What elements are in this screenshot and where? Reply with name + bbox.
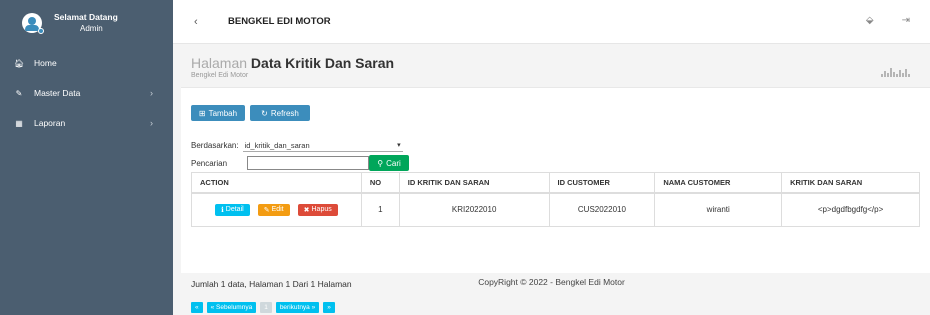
filter-field-select[interactable]: id_kritik_dan_saran ▾ [242, 139, 403, 152]
sidebar: Selamat Datang Admin 🏠︎ Home ✎ Master Da… [0, 0, 173, 315]
column-header[interactable]: NO [360, 172, 400, 194]
footer: CopyRight © 2022 - Bengkel Edi Motor [478, 277, 625, 287]
table-header-row: ACTION NO ID KRITIK DAN SARAN ID CUSTOME… [191, 172, 920, 194]
chevron-right-icon: › [150, 118, 153, 128]
search-label: Pencarian [191, 158, 228, 168]
paint-bucket-icon[interactable]: ⬙ [866, 15, 874, 26]
filter-label: Berdasarkan: [191, 141, 239, 150]
column-header[interactable]: ACTION [191, 172, 362, 194]
greeting-text: Selamat Datang [54, 12, 118, 22]
refresh-icon: ↻ [261, 108, 268, 118]
table-row: ℹ Detail ✎ Edit ✖ Hapus 1 KRI2022010 CUS202… [191, 192, 920, 227]
pagination-current[interactable]: 1 [260, 302, 272, 313]
caret-down-icon: ▾ [397, 142, 401, 149]
cell-id-customer: CUS2022010 [548, 192, 656, 227]
search-input[interactable] [247, 156, 370, 170]
close-icon: ✖ [303, 206, 310, 214]
add-button[interactable]: ⊞ Tambah [191, 105, 245, 121]
cell-kritik-saran: <p>dgdfbgdfg</p> [781, 192, 920, 227]
pagination: « « Sebelumnya 1 berikutnya » » [191, 302, 335, 313]
data-table: ACTION NO ID KRITIK DAN SARAN ID CUSTOME… [191, 172, 920, 227]
edit-button[interactable]: ✎ Edit [257, 203, 290, 216]
user-panel: Selamat Datang Admin [0, 0, 173, 46]
cell-nama-customer: wiranti [654, 192, 783, 227]
refresh-button[interactable]: ↻ Refresh [250, 105, 310, 121]
cell-id-kritik: KRI2022010 [398, 192, 550, 227]
edit-icon: ✎ [263, 206, 270, 214]
plus-square-icon: ⊞ [198, 108, 206, 118]
sidebar-item-home[interactable]: 🏠︎ Home [0, 48, 173, 78]
pagination-last[interactable]: » [323, 302, 335, 313]
main-content: Halaman Data Kritik Dan Saran Bengkel Ed… [173, 45, 930, 315]
sidebar-item-master-data[interactable]: ✎ Master Data › [0, 78, 173, 108]
logout-icon[interactable]: ⇥ [902, 15, 910, 26]
search-row: Pencarian ⚲ Cari [191, 155, 410, 171]
online-status-icon [38, 28, 44, 34]
page-header: Halaman Data Kritik Dan Saran Bengkel Ed… [191, 55, 394, 79]
page-title: Halaman Data Kritik Dan Saran [191, 55, 395, 71]
sidebar-item-label: Laporan [34, 118, 66, 128]
home-icon: 🏠︎ [14, 58, 25, 68]
pagination-prev[interactable]: « Sebelumnya [206, 302, 257, 313]
data-panel: ⊞ Tambah ↻ Refresh Berdasarkan: id_kriti… [181, 87, 930, 313]
detail-button[interactable]: ℹ Detail [215, 203, 250, 216]
delete-button[interactable]: ✖ Hapus [297, 203, 338, 216]
column-header[interactable]: ID CUSTOMER [548, 172, 656, 194]
search-icon: ⚲ [377, 158, 384, 168]
info-icon: ℹ [221, 206, 224, 214]
app-title: BENGKEL EDI MOTOR [228, 16, 331, 27]
filter-row: Berdasarkan: id_kritik_dan_saran ▾ [191, 139, 403, 152]
sparkline-icon [881, 67, 910, 77]
sidebar-item-laporan[interactable]: ▦ Laporan › [0, 108, 173, 138]
column-header[interactable]: NAMA CUSTOMER [654, 172, 783, 194]
page-subtitle: Bengkel Edi Motor [191, 72, 249, 79]
sidebar-item-label: Home [34, 58, 57, 68]
calendar-icon: ▦ [15, 118, 23, 128]
cell-no: 1 [360, 192, 400, 227]
action-cell: ℹ Detail ✎ Edit ✖ Hapus [191, 192, 362, 227]
topbar: ‹ BENGKEL EDI MOTOR ⬙ ⇥ [173, 0, 930, 44]
column-header[interactable]: KRITIK DAN SARAN [781, 172, 920, 194]
column-header[interactable]: ID KRITIK DAN SARAN [398, 172, 550, 194]
chevron-right-icon: › [150, 88, 153, 98]
avatar [22, 13, 44, 34]
pagination-next[interactable]: berikutnya » [275, 302, 320, 313]
search-button[interactable]: ⚲ Cari [369, 155, 410, 171]
user-role: Admin [80, 24, 103, 33]
sidebar-toggle-icon[interactable]: ‹ [194, 16, 206, 28]
edit-icon: ✎ [15, 88, 23, 98]
pagination-first[interactable]: « [191, 302, 203, 313]
sidebar-item-label: Master Data [34, 88, 81, 98]
